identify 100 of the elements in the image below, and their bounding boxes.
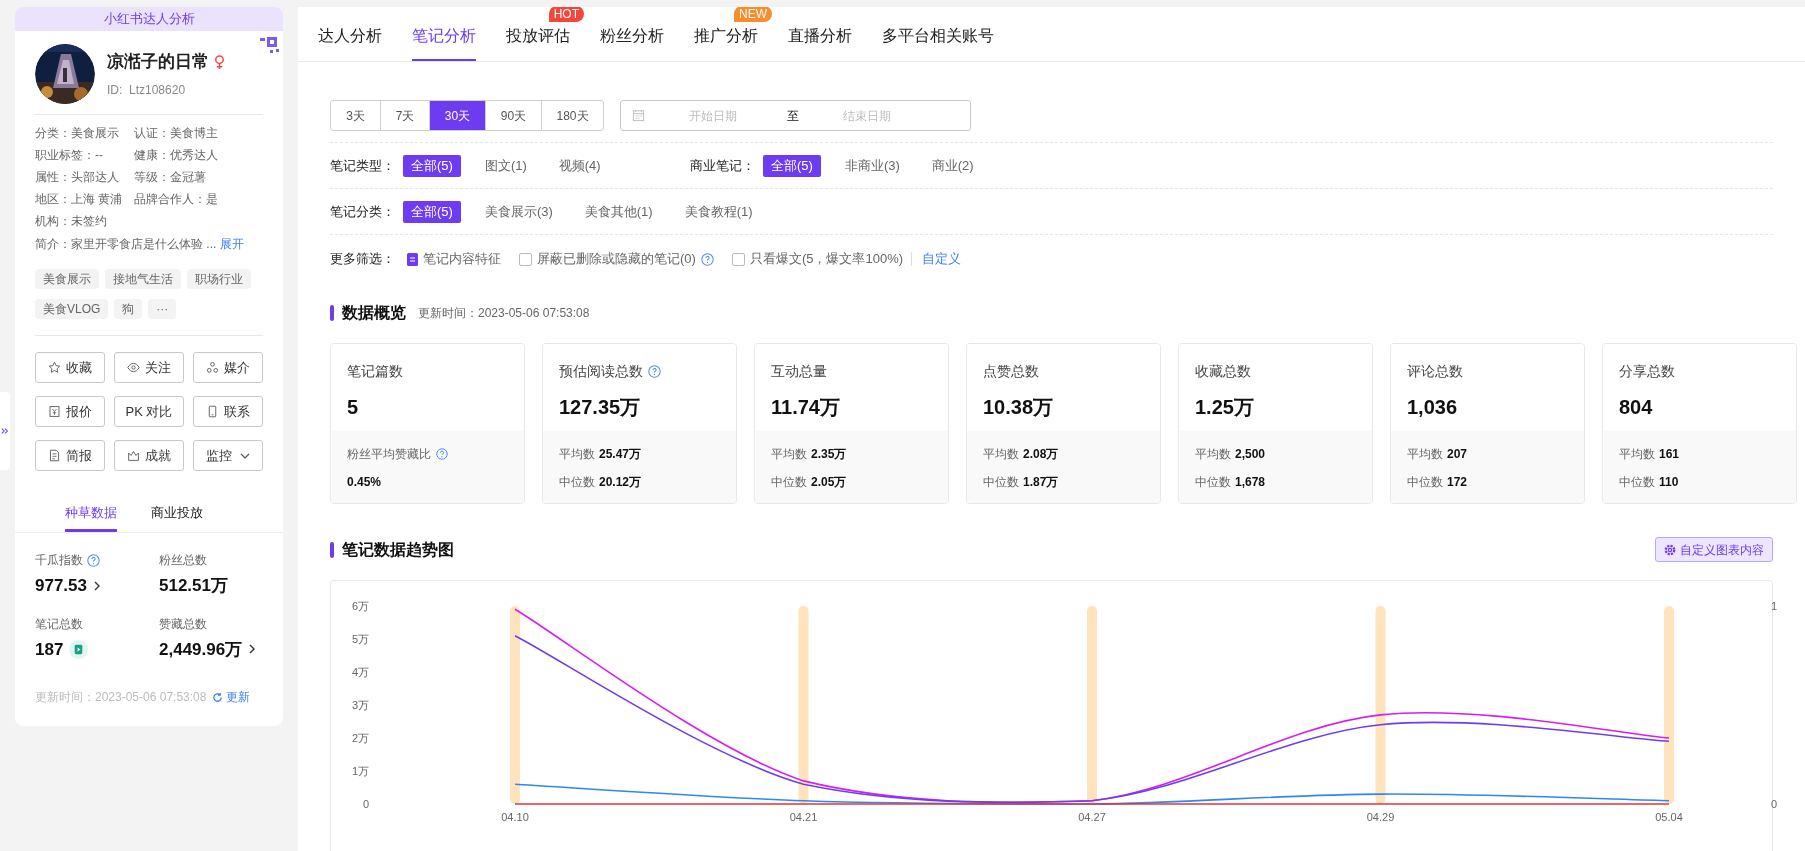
stat-label: 笔记总数: [35, 615, 83, 633]
detail-value: 2.08万: [1023, 446, 1059, 463]
action-button[interactable]: 成就: [114, 440, 184, 471]
date-separator: 至: [787, 107, 799, 125]
tag[interactable]: 狗: [114, 299, 143, 319]
filter-label: 笔记类型：: [330, 156, 395, 175]
expand-link[interactable]: 展开: [220, 235, 245, 253]
double-chevron-icon: [1, 427, 9, 435]
filter-label: 笔记分类：: [330, 202, 395, 221]
crown-icon: [127, 449, 140, 462]
filter-option[interactable]: 非商业(3): [836, 154, 908, 177]
tag[interactable]: 职场行业: [187, 269, 251, 289]
panel-tab[interactable]: 商业投放: [151, 497, 203, 532]
action-button[interactable]: 媒介: [193, 352, 263, 383]
x-axis-label: 04.10: [501, 811, 529, 823]
y-axis-label: 0: [1771, 798, 1778, 810]
y-axis-label: 3万: [351, 699, 369, 711]
card-value: 1,036: [1407, 395, 1459, 420]
customize-link[interactable]: 自定义: [922, 249, 962, 269]
action-button[interactable]: 报价: [35, 396, 105, 427]
female-symbol-icon: [213, 54, 226, 70]
detail-label: 中位数: [559, 474, 595, 491]
period-button[interactable]: 7天: [380, 100, 430, 131]
filter-label: 更多筛选：: [330, 250, 395, 269]
card-value: 1.25万: [1195, 395, 1255, 420]
action-button[interactable]: PK 对比: [114, 396, 184, 427]
detail-label: 平均数: [1407, 446, 1443, 463]
detail-label: 平均数: [559, 446, 595, 463]
action-button[interactable]: 监控: [193, 440, 263, 471]
card-label: 分享总数: [1619, 362, 1675, 381]
filter-option[interactable]: 美食教程(1): [676, 200, 761, 223]
period-button[interactable]: 30天: [429, 100, 486, 131]
eye-icon: [127, 361, 140, 374]
nav-tab[interactable]: 直播分析: [788, 13, 852, 61]
profile-name: 凉湉子的日常: [107, 51, 209, 74]
feature-filter-link[interactable]: 笔记内容特征: [423, 249, 501, 269]
info-text: 职业标签：--: [35, 147, 104, 163]
info-text: 分类：美食展示: [35, 125, 120, 141]
filter-option[interactable]: 美食展示(3): [476, 200, 561, 223]
refresh-icon: [212, 691, 224, 703]
detail-label: 中位数: [983, 474, 1019, 491]
action-button[interactable]: 联系: [193, 396, 263, 427]
y-axis-label: 1万: [351, 765, 369, 777]
info-text: 属性：头部达人: [35, 169, 120, 185]
period-button[interactable]: 90天: [485, 100, 542, 131]
nav-badge: HOT: [548, 7, 584, 22]
stat-value: 2,449.96万: [159, 638, 243, 661]
filter-option[interactable]: 视频(4): [550, 154, 609, 177]
checkbox[interactable]: [731, 252, 745, 266]
nav-tab[interactable]: 达人分析: [318, 13, 382, 61]
filter-option[interactable]: 商业(2): [923, 154, 982, 177]
end-date-placeholder: 结束日期: [843, 107, 891, 125]
detail-value: 110: [1659, 474, 1679, 491]
tag[interactable]: 美食展示: [35, 269, 99, 289]
star-icon: [48, 361, 61, 374]
tag[interactable]: 接地气生活: [105, 269, 181, 289]
detail-value: 0.45%: [347, 474, 383, 491]
info-text: 等级：金冠薯: [134, 169, 207, 185]
action-button[interactable]: 关注: [114, 352, 184, 383]
date-range-field[interactable]: 开始日期 至 结束日期: [620, 100, 971, 131]
filter-option[interactable]: 美食其他(1): [576, 200, 661, 223]
price-tag-icon: [48, 405, 61, 418]
card-value: 11.74万: [771, 395, 841, 420]
info-text: 地区：上海 黄浦: [35, 191, 124, 207]
collapse-handle[interactable]: [0, 392, 10, 470]
refresh-button[interactable]: 更新: [212, 688, 251, 706]
x-axis-label: 04.29: [1366, 811, 1395, 823]
action-button[interactable]: 简报: [35, 440, 105, 471]
title-accent-bar: [330, 541, 334, 558]
stat-value: 512.51万: [159, 575, 228, 597]
detail-value: 1.87万: [1023, 474, 1059, 491]
x-axis-label: 04.27: [1078, 811, 1106, 823]
checkbox[interactable]: [519, 252, 532, 266]
customize-chart-button[interactable]: 自定义图表内容: [1655, 537, 1773, 562]
section-title: 数据概览: [342, 303, 406, 323]
panel-tab[interactable]: 种草数据: [65, 497, 117, 532]
period-button[interactable]: 180天: [541, 100, 604, 131]
report-icon: [48, 449, 61, 462]
period-button[interactable]: 3天: [330, 100, 381, 131]
filter-option[interactable]: 图文(1): [476, 154, 535, 177]
note-icon: [407, 252, 418, 266]
detail-value: 172: [1447, 474, 1468, 491]
nav-tab[interactable]: 粉丝分析: [600, 13, 664, 61]
x-axis-label: 05.04: [1655, 811, 1683, 823]
nav-tab[interactable]: 多平台相关账号: [882, 13, 994, 61]
detail-label: 平均数: [771, 446, 807, 463]
filter-option[interactable]: 全部(5): [403, 154, 461, 177]
action-button[interactable]: 收藏: [35, 352, 105, 383]
detail-label: 中位数: [1619, 474, 1655, 491]
filter-option[interactable]: 全部(5): [763, 154, 821, 177]
intro-text: 简介：家里开零食店是什么体验 ...: [35, 236, 217, 253]
filter-option[interactable]: 全部(5): [403, 200, 461, 223]
nav-tab[interactable]: 笔记分析: [412, 13, 476, 61]
tag[interactable]: ···: [148, 299, 177, 319]
tag[interactable]: 美食VLOG: [35, 299, 109, 319]
info-text: 品牌合作人：是: [134, 191, 219, 207]
detail-value: 207: [1447, 446, 1468, 463]
info-text: 机构：未签约: [35, 213, 108, 229]
y-axis-label: 6万: [351, 600, 369, 612]
card-value: 5: [347, 395, 360, 420]
